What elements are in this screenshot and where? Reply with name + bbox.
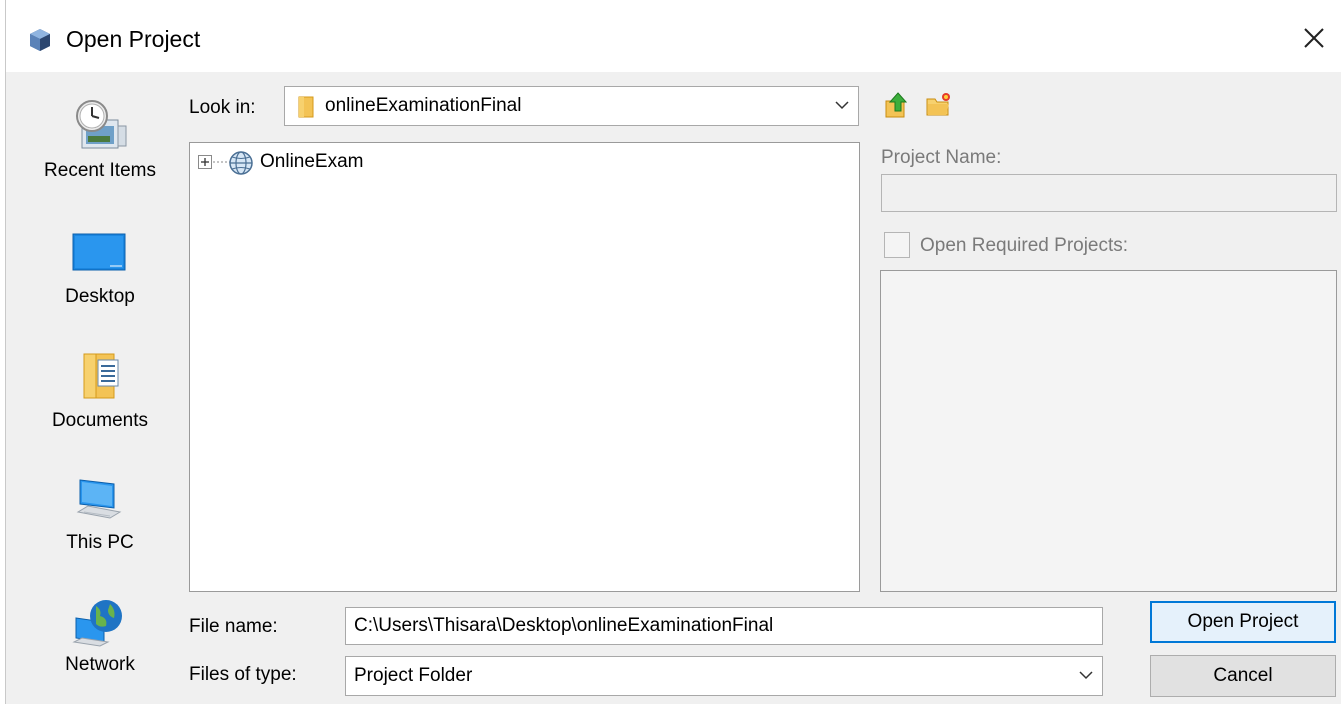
- plus-expand-icon[interactable]: [198, 155, 212, 169]
- place-label: Network: [65, 654, 135, 675]
- file-name-input[interactable]: [346, 608, 1102, 644]
- project-name-label: Project Name:: [881, 147, 1002, 168]
- files-of-type-value: Project Folder: [354, 665, 473, 686]
- open-required-label: Open Required Projects:: [920, 235, 1129, 256]
- project-name-field: [881, 174, 1337, 212]
- close-icon[interactable]: [1298, 22, 1330, 54]
- chevron-down-icon: [835, 101, 849, 110]
- computer-icon: [76, 479, 122, 519]
- place-label: Desktop: [65, 286, 135, 307]
- place-network[interactable]: Network: [24, 592, 176, 702]
- file-name-field[interactable]: [345, 607, 1103, 645]
- place-recent-items[interactable]: Recent Items: [24, 74, 176, 184]
- look-in-combo[interactable]: onlineExaminationFinal: [284, 86, 859, 126]
- look-in-label: Look in:: [189, 97, 256, 118]
- place-label: This PC: [66, 532, 134, 553]
- files-of-type-label: Files of type:: [189, 664, 297, 685]
- place-this-pc[interactable]: This PC: [24, 470, 176, 580]
- file-tree[interactable]: OnlineExam: [189, 142, 860, 592]
- window-left-edge: [0, 0, 6, 704]
- documents-folder-icon: [83, 353, 119, 399]
- project-name-input: [882, 175, 1336, 211]
- desktop-monitor-icon: [72, 233, 126, 271]
- tree-item-label: OnlineExam: [260, 151, 364, 172]
- place-documents[interactable]: Documents: [24, 348, 176, 458]
- look-in-value: onlineExaminationFinal: [325, 95, 522, 116]
- required-projects-list[interactable]: [880, 270, 1337, 592]
- place-label: Recent Items: [44, 160, 156, 181]
- places-sidebar: Recent Items Desktop Documents This PC N…: [24, 74, 176, 704]
- place-desktop[interactable]: Desktop: [24, 224, 176, 334]
- file-name-label: File name:: [189, 616, 278, 637]
- project-cube-icon: [30, 29, 50, 51]
- web-project-globe-icon: [229, 151, 253, 175]
- place-label: Documents: [51, 410, 149, 431]
- cancel-button[interactable]: Cancel: [1150, 655, 1336, 697]
- window-title: Open Project: [66, 26, 201, 52]
- files-of-type-combo[interactable]: Project Folder: [345, 656, 1103, 696]
- open-project-button[interactable]: Open Project: [1150, 601, 1336, 643]
- title-bar: Open Project: [0, 0, 1341, 72]
- open-required-checkbox[interactable]: [884, 232, 910, 258]
- folder-icon: [298, 96, 314, 118]
- recent-items-clock-icon: [76, 100, 127, 149]
- chevron-down-icon: [1079, 671, 1093, 680]
- new-folder-icon[interactable]: [924, 91, 952, 119]
- up-one-level-icon[interactable]: [882, 91, 910, 119]
- network-globe-icon: [72, 600, 122, 647]
